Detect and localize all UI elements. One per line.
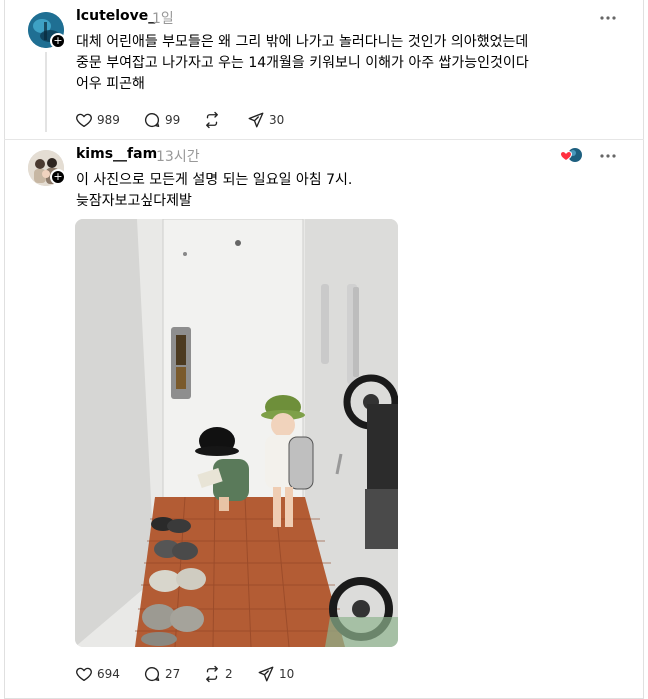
liked-by-avatar[interactable] (560, 147, 584, 163)
share-count: 10 (279, 667, 295, 681)
share-count: 30 (269, 113, 285, 127)
like-button[interactable]: 694 (75, 664, 120, 684)
follow-plus-icon[interactable]: + (50, 33, 66, 49)
post-text: 대체 어린애들 부모들은 왜 그리 밖에 나가고 놀러다니는 것인가 의아했었는… (76, 34, 529, 92)
like-count: 694 (97, 667, 120, 681)
more-dots-icon[interactable] (596, 10, 620, 26)
follow-plus-icon[interactable]: + (50, 169, 66, 185)
comment-icon (144, 666, 160, 682)
timestamp[interactable]: 1일 (152, 8, 174, 28)
post-lcutelove: + lcutelove_ 1일 대체 어린애들 부모들은 왜 그리 밖에 나가고… (0, 0, 648, 140)
repost-count: 2 (225, 667, 233, 681)
reply-button[interactable]: 27 (143, 664, 180, 684)
post-text: 이 사진으로 모든게 설명 되는 일요일 아침 7시. 늦잠자보고싶다제발 (76, 172, 353, 209)
reply-button[interactable]: 99 (143, 110, 180, 130)
post-photo[interactable] (75, 219, 398, 647)
heart-icon (76, 667, 92, 682)
comment-icon (144, 112, 160, 128)
share-send-icon (258, 666, 274, 682)
share-button[interactable]: 10 (257, 664, 294, 684)
repost-icon (206, 665, 218, 683)
repost-button[interactable] (203, 110, 225, 130)
reply-count: 99 (165, 113, 181, 127)
thread-line (45, 52, 47, 132)
username[interactable]: lcutelove_ (76, 8, 155, 24)
reply-count: 27 (165, 667, 181, 681)
more-dots-icon[interactable] (596, 148, 620, 164)
heart-icon (76, 113, 92, 128)
username[interactable]: kims__fam (76, 146, 157, 162)
timestamp[interactable]: 13시간 (156, 146, 200, 166)
like-count: 989 (97, 113, 120, 127)
photo-scene (75, 219, 398, 647)
share-button[interactable]: 30 (247, 110, 284, 130)
repost-button[interactable]: 2 (203, 664, 233, 684)
like-button[interactable]: 989 (75, 110, 120, 130)
share-send-icon (248, 112, 264, 128)
repost-icon (206, 111, 218, 129)
post-kims-fam: + kims__fam 13시간 이 사진으로 모든게 설명 되는 일요일 아침… (0, 140, 648, 699)
